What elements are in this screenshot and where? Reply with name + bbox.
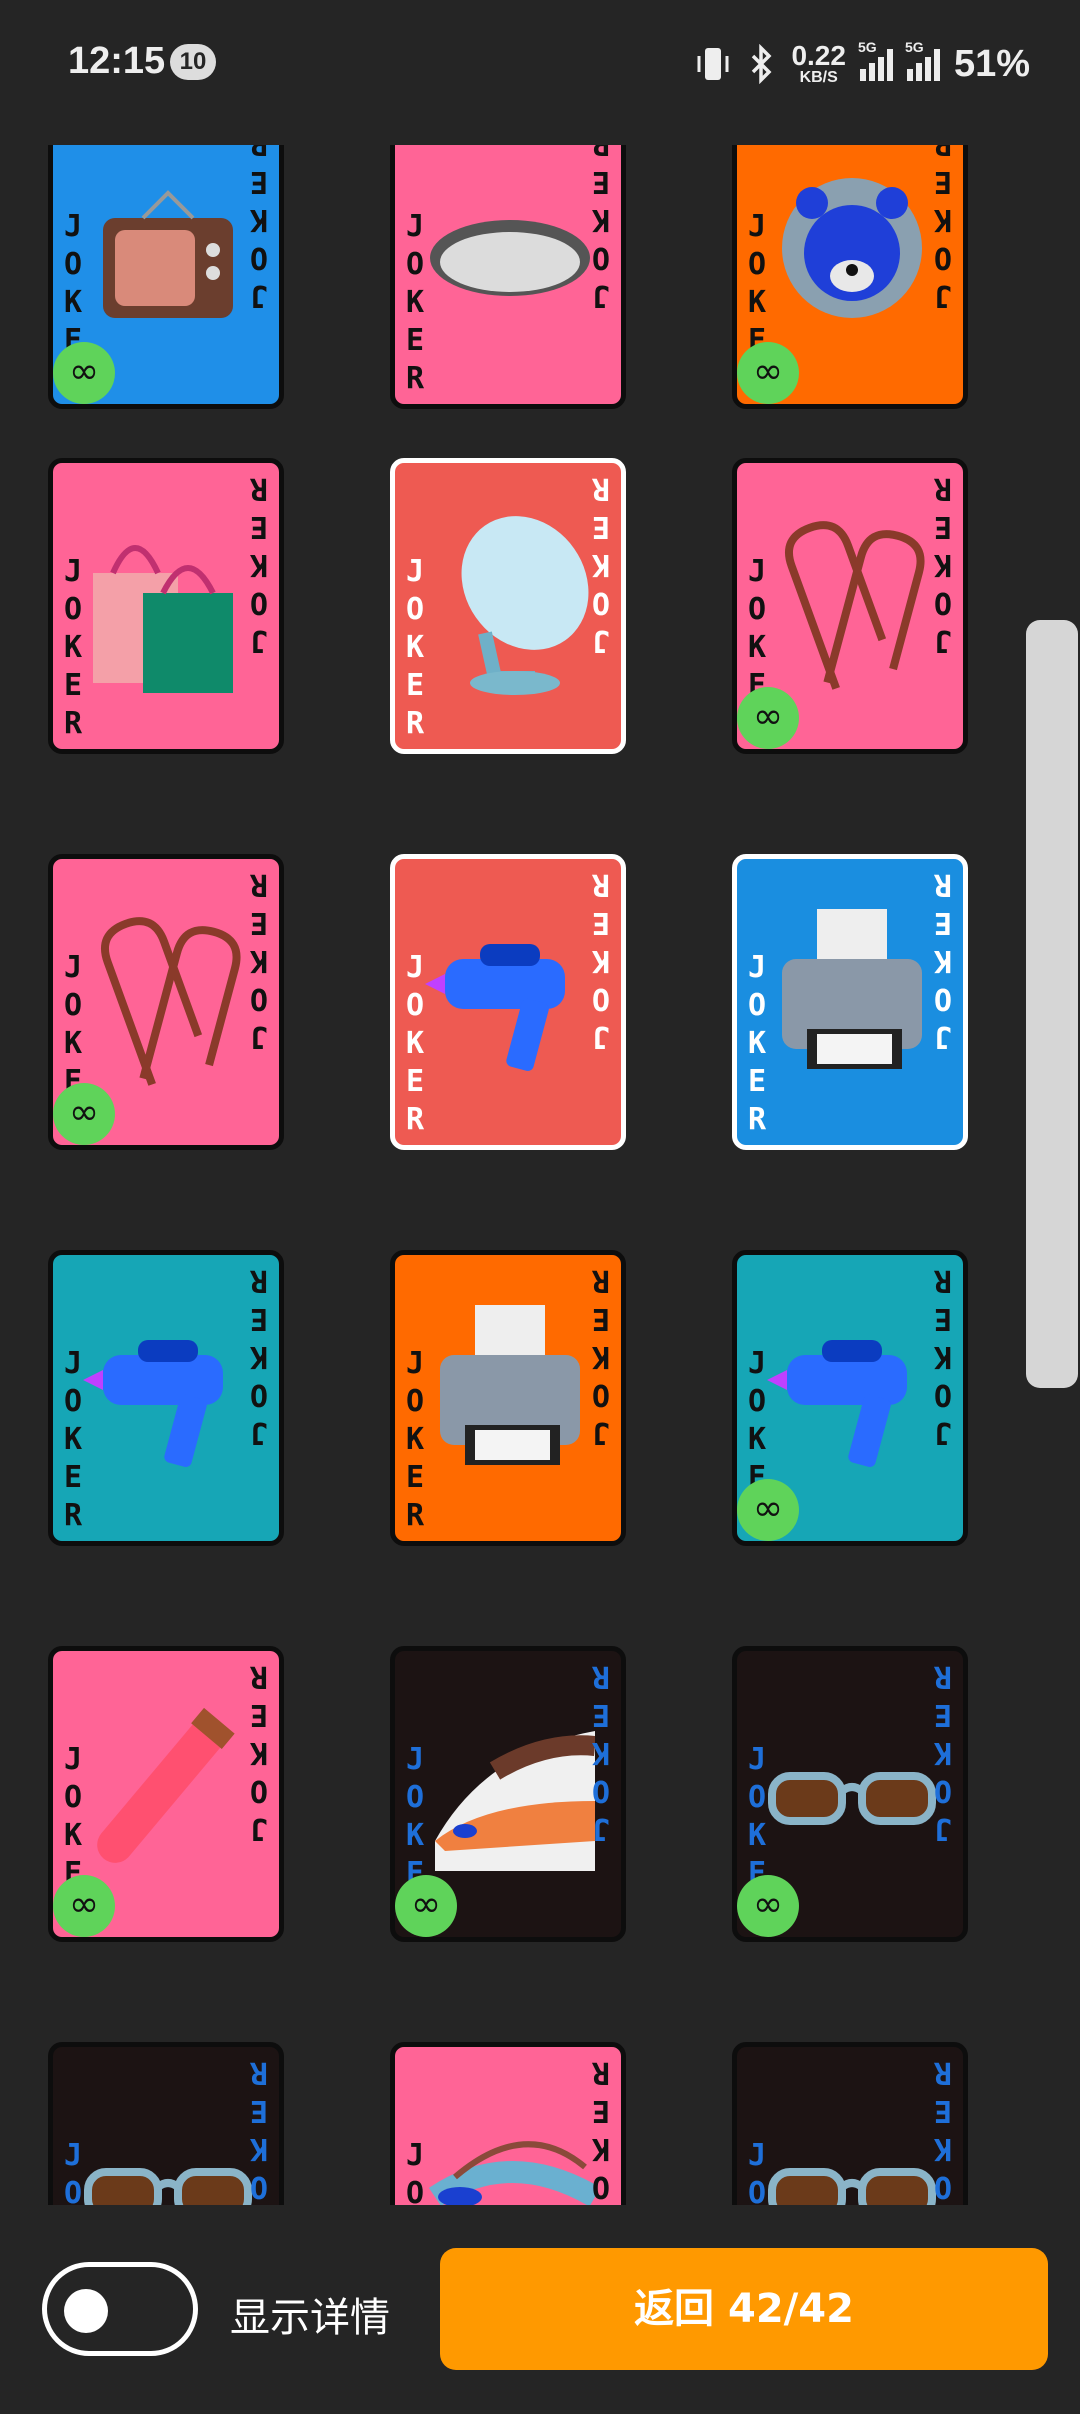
- card-label: JOKER: [933, 867, 953, 1054]
- card-label: JOKER: [591, 471, 611, 658]
- bullet-train-icon: [435, 1731, 595, 1871]
- card-label: JOKER: [405, 554, 425, 741]
- infinite-badge: ∞: [53, 342, 115, 404]
- television-icon: [103, 190, 233, 318]
- paperclips-icon: [100, 917, 241, 1086]
- clock: 12:15: [68, 40, 166, 82]
- status-bar: 12:15 10 0.22 KB/S 5G 5G 51%: [0, 0, 1080, 130]
- water-gun-icon: [83, 1340, 223, 1467]
- card-label: JOKER: [63, 2138, 83, 2205]
- card-label: JOKER: [249, 1263, 269, 1450]
- joker-card[interactable]: JOKERJOKER∞: [48, 854, 284, 1150]
- infinite-badge: ∞: [395, 1875, 457, 1937]
- toggle-knob: [64, 2289, 108, 2333]
- show-details-toggle[interactable]: [42, 2262, 198, 2356]
- joker-card[interactable]: JOKER JOKER: [390, 458, 626, 754]
- water-gun-icon: [767, 1340, 907, 1467]
- notification-count-badge: 10: [170, 44, 216, 80]
- infinite-badge: ∞: [737, 1875, 799, 1937]
- joker-card[interactable]: JOKERJOKER∞: [732, 1250, 968, 1546]
- card-label: JOKER: [405, 1346, 425, 1533]
- joker-card[interactable]: JOKERJOKER∞: [48, 1646, 284, 1942]
- battery-level: 51%: [953, 42, 1030, 85]
- infinite-badge: ∞: [53, 1083, 115, 1145]
- card-label: JOKER: [933, 1263, 953, 1450]
- card-label: JOKER: [591, 145, 611, 313]
- card-label: JOKER: [249, 2055, 269, 2204]
- infinite-badge: ∞: [53, 1875, 115, 1937]
- card-label: JOKER: [249, 471, 269, 658]
- show-details-label: 显示详情: [230, 2295, 390, 2341]
- joker-card[interactable]: JOKERJOKER∞: [48, 145, 284, 409]
- satellite-dish-icon: [461, 516, 589, 695]
- sunglasses-icon: [84, 2168, 252, 2205]
- card-label: JOKER: [405, 950, 425, 1137]
- joker-card[interactable]: JOKER JOKER: [48, 2042, 284, 2205]
- card-label: JOKER: [747, 2138, 767, 2205]
- joker-card[interactable]: JOKER JOKER: [732, 2042, 968, 2205]
- signal-sim1-icon: 5G: [858, 39, 893, 81]
- joker-card[interactable]: JOKER JOKER: [390, 2042, 626, 2205]
- joker-card[interactable]: JOKER JOKER: [48, 1250, 284, 1546]
- sunglasses-icon: [768, 1772, 936, 1825]
- joker-card[interactable]: JOKER JOKER: [48, 458, 284, 754]
- card-label: JOKER: [933, 1659, 953, 1846]
- card-label: JOKER: [933, 145, 953, 313]
- shopping-bags-icon: [93, 545, 233, 693]
- card-label: JOKER: [249, 1659, 269, 1846]
- card-label: JOKER: [249, 867, 269, 1054]
- back-button[interactable]: 返回 42/42: [440, 2248, 1048, 2370]
- hole-icon: [430, 220, 590, 296]
- card-label: JOKER: [591, 867, 611, 1054]
- card-label: JOKER: [933, 2055, 953, 2204]
- sunglasses-icon: [768, 2168, 936, 2205]
- joker-card[interactable]: JOKERJOKER∞: [732, 145, 968, 409]
- bear-icon: [782, 178, 922, 318]
- joker-card[interactable]: JOKER JOKER: [390, 1250, 626, 1546]
- scrollbar[interactable]: [1026, 620, 1078, 1388]
- status-icons: 0.22 KB/S 5G 5G 51%: [693, 36, 1030, 92]
- card-label: JOKER: [933, 471, 953, 658]
- test-tube-icon: [97, 1707, 235, 1863]
- card-label: JOKER: [63, 1346, 83, 1533]
- joker-card[interactable]: JOKER JOKER: [732, 854, 968, 1150]
- joker-card[interactable]: JOKER JOKER: [390, 854, 626, 1150]
- bluetooth-icon: [752, 44, 772, 84]
- card-label: JOKER: [747, 950, 767, 1137]
- card-label: JOKER: [63, 554, 83, 741]
- printer-icon: [782, 909, 922, 1069]
- card-label: JOKER: [405, 2138, 425, 2205]
- paperclips-icon: [784, 521, 925, 690]
- vibrate-icon: [697, 48, 729, 80]
- card-label: JOKER: [405, 209, 425, 396]
- joker-card[interactable]: JOKER JOKER: [390, 145, 626, 409]
- infinite-badge: ∞: [737, 1479, 799, 1541]
- signal-sim2-icon: 5G: [905, 39, 940, 81]
- infinite-badge: ∞: [737, 342, 799, 404]
- goggles-icon: [428, 2141, 595, 2205]
- joker-card[interactable]: JOKERJOKER∞: [390, 1646, 626, 1942]
- joker-card[interactable]: JOKERJOKER∞: [732, 1646, 968, 1942]
- water-gun-icon: [425, 944, 565, 1071]
- card-label: JOKER: [591, 1659, 611, 1846]
- infinite-badge: ∞: [737, 687, 799, 749]
- card-label: JOKER: [249, 145, 269, 313]
- network-speed: 0.22 KB/S: [791, 40, 846, 86]
- card-label: JOKER: [591, 2055, 611, 2204]
- card-grid[interactable]: JOKERJOKER∞JOKERJOKERJOKERJOKER∞JOKERJOK…: [0, 145, 1080, 2205]
- bottom-bar: 显示详情 返回 42/42: [0, 2205, 1080, 2414]
- joker-card[interactable]: JOKERJOKER∞: [732, 458, 968, 754]
- card-label: JOKER: [591, 1263, 611, 1450]
- printer-icon: [440, 1305, 580, 1465]
